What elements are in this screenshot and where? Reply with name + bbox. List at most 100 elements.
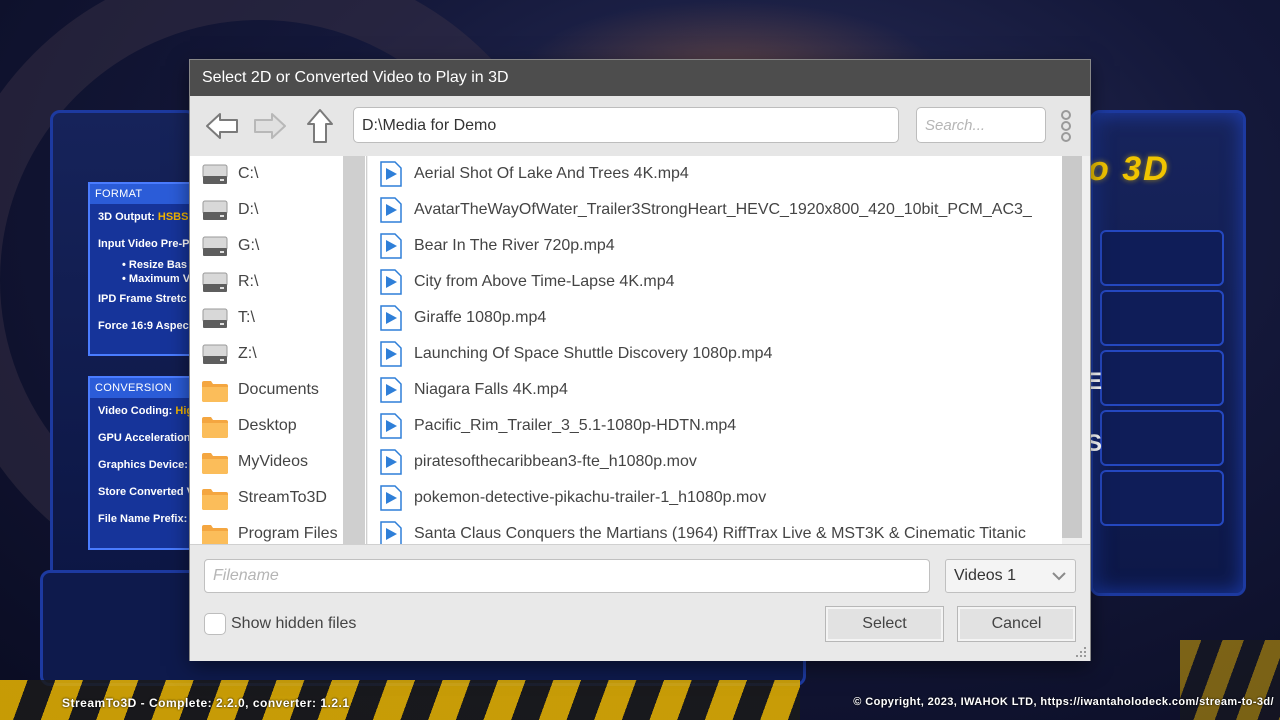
up-button[interactable] xyxy=(302,108,338,144)
file-list-item[interactable]: pokemon-detective-pikachu-trailer-1_h108… xyxy=(368,480,1062,516)
show-hidden-checkbox[interactable] xyxy=(204,613,226,635)
drive-icon xyxy=(202,308,228,328)
background-menu-button[interactable] xyxy=(1100,470,1224,526)
path-input[interactable]: D:\Media for Demo xyxy=(353,107,899,143)
video-file-icon xyxy=(380,341,402,367)
file-type-value: Videos 1 xyxy=(954,567,1016,584)
sidebar-location-label: MyVideos xyxy=(238,453,308,470)
sidebar-location-item[interactable]: G:\ xyxy=(190,228,366,264)
background-menu-button[interactable] xyxy=(1100,230,1224,286)
file-dialog: Select 2D or Converted Video to Play in … xyxy=(190,60,1090,661)
file-list-item[interactable]: Aerial Shot Of Lake And Trees 4K.mp4 xyxy=(368,156,1062,192)
conversion-row-store-converted[interactable]: Store Converted V xyxy=(90,479,194,506)
file-name-label: pokemon-detective-pikachu-trailer-1_h108… xyxy=(414,489,767,506)
sidebar-location-item[interactable]: MyVideos xyxy=(190,444,366,480)
format-panel: FORMAT 3D Output: HSBS Input Video Pre-P… xyxy=(88,182,196,356)
file-list-item[interactable]: Pacific_Rim_Trailer_3_5.1-1080p-HDTN.mp4 xyxy=(368,408,1062,444)
file-list-item[interactable]: Santa Claus Conquers the Martians (1964)… xyxy=(368,516,1062,544)
folder-icon xyxy=(202,381,228,402)
arrow-right-icon xyxy=(254,113,286,139)
search-input[interactable] xyxy=(916,107,1046,143)
sidebar-location-label: Documents xyxy=(238,381,319,398)
arrow-left-icon xyxy=(206,113,238,139)
video-file-icon xyxy=(380,305,402,331)
drive-icon xyxy=(202,344,228,364)
sidebar-location-item[interactable]: Documents xyxy=(190,372,366,408)
file-name-label: Aerial Shot Of Lake And Trees 4K.mp4 xyxy=(414,165,689,182)
video-file-icon xyxy=(380,233,402,259)
sidebar-location-item[interactable]: StreamTo3D xyxy=(190,480,366,516)
file-name-label: Santa Claus Conquers the Martians (1964)… xyxy=(414,525,1026,542)
conversion-row-gpu[interactable]: GPU Acceleration xyxy=(90,425,194,452)
file-list-item[interactable]: Giraffe 1080p.mp4 xyxy=(368,300,1062,336)
sidebar-location-label: R:\ xyxy=(238,273,259,290)
sidebar-location-label: G:\ xyxy=(238,237,260,254)
conversion-panel-header: CONVERSION xyxy=(90,378,194,398)
sidebar-location-item[interactable]: Z:\ xyxy=(190,336,366,372)
conversion-row-graphics-device[interactable]: Graphics Device: xyxy=(90,452,194,479)
resize-grip-icon[interactable] xyxy=(1074,645,1088,659)
sidebar-location-label: Program Files xyxy=(238,525,338,542)
folder-icon xyxy=(202,417,228,438)
arrow-up-icon xyxy=(307,109,333,143)
file-list-item[interactable]: City from Above Time-Lapse 4K.mp4 xyxy=(368,264,1062,300)
chevron-down-icon xyxy=(1052,572,1066,581)
video-file-icon xyxy=(380,377,402,403)
hazard-stripes-right xyxy=(1180,640,1280,720)
app-logo-text: o 3D xyxy=(1088,150,1170,188)
format-row-3d-output[interactable]: 3D Output: HSBS xyxy=(90,204,194,231)
video-file-icon xyxy=(380,413,402,439)
sidebar-location-item[interactable]: Desktop xyxy=(190,408,366,444)
format-row-input-video[interactable]: Input Video Pre-P xyxy=(90,231,194,258)
format-row-ipd[interactable]: IPD Frame Stretc xyxy=(90,286,194,313)
file-list-item[interactable]: piratesofthecaribbean3-fte_h1080p.mov xyxy=(368,444,1062,480)
file-name-label: Launching Of Space Shuttle Discovery 108… xyxy=(414,345,773,362)
sidebar-location-item[interactable]: T:\ xyxy=(190,300,366,336)
video-file-icon xyxy=(380,269,402,295)
background-menu-button[interactable] xyxy=(1100,410,1224,466)
sidebar-location-item[interactable]: R:\ xyxy=(190,264,366,300)
dialog-toolbar: D:\Media for Demo xyxy=(190,96,1090,156)
cancel-button[interactable]: Cancel xyxy=(957,606,1076,642)
file-list-scrollbar[interactable] xyxy=(1062,156,1082,538)
file-type-dropdown[interactable]: Videos 1 xyxy=(945,559,1076,593)
background-menu-button[interactable] xyxy=(1100,350,1224,406)
sidebar-location-item[interactable]: D:\ xyxy=(190,192,366,228)
format-panel-header: FORMAT xyxy=(90,184,194,204)
sidebar-location-label: Desktop xyxy=(238,417,297,434)
sidebar-location-label: StreamTo3D xyxy=(238,489,327,506)
format-subrow-maximum: • Maximum V xyxy=(122,273,191,285)
video-file-icon xyxy=(380,449,402,475)
file-list-item[interactable]: AvatarTheWayOfWater_Trailer3StrongHeart_… xyxy=(368,192,1062,228)
sidebar-location-label: Z:\ xyxy=(238,345,257,362)
sidebar-location-item[interactable]: C:\ xyxy=(190,156,366,192)
dialog-bottom-bar: Videos 1 Show hidden files Select Cancel xyxy=(190,544,1090,661)
sidebar-locations: C:\ D:\ G:\ R:\ T:\ Z:\ Documents Desktop MyVide… xyxy=(190,156,367,544)
conversion-row-file-prefix[interactable]: File Name Prefix: xyxy=(90,506,194,533)
format-subrow-resize: • Resize Bas xyxy=(122,259,187,271)
file-name-label: Bear In The River 720p.mp4 xyxy=(414,237,615,254)
filename-input[interactable] xyxy=(204,559,930,593)
back-button[interactable] xyxy=(204,108,240,144)
format-row-aspect[interactable]: Force 16:9 Aspec xyxy=(90,313,194,340)
conversion-row-video-coding[interactable]: Video Coding: Hig xyxy=(90,398,194,425)
show-hidden-label: Show hidden files xyxy=(231,615,357,632)
sidebar-location-item[interactable]: Program Files xyxy=(190,516,366,544)
more-options-button[interactable] xyxy=(1058,108,1074,144)
conversion-panel: CONVERSION Video Coding: Hig GPU Acceler… xyxy=(88,376,196,550)
file-list-item[interactable]: Bear In The River 720p.mp4 xyxy=(368,228,1062,264)
video-file-icon xyxy=(380,521,402,544)
background-menu-button[interactable] xyxy=(1100,290,1224,346)
file-list-item[interactable]: Niagara Falls 4K.mp4 xyxy=(368,372,1062,408)
forward-button[interactable] xyxy=(252,108,288,144)
sidebar-location-label: D:\ xyxy=(238,201,259,218)
sidebar-location-label: C:\ xyxy=(238,165,259,182)
sidebar-scrollbar[interactable] xyxy=(343,156,365,544)
drive-icon xyxy=(202,236,228,256)
file-name-label: Pacific_Rim_Trailer_3_5.1-1080p-HDTN.mp4 xyxy=(414,417,737,434)
select-button[interactable]: Select xyxy=(825,606,944,642)
drive-icon xyxy=(202,272,228,292)
drive-icon xyxy=(202,164,228,184)
video-file-icon xyxy=(380,161,402,187)
file-list-item[interactable]: Launching Of Space Shuttle Discovery 108… xyxy=(368,336,1062,372)
